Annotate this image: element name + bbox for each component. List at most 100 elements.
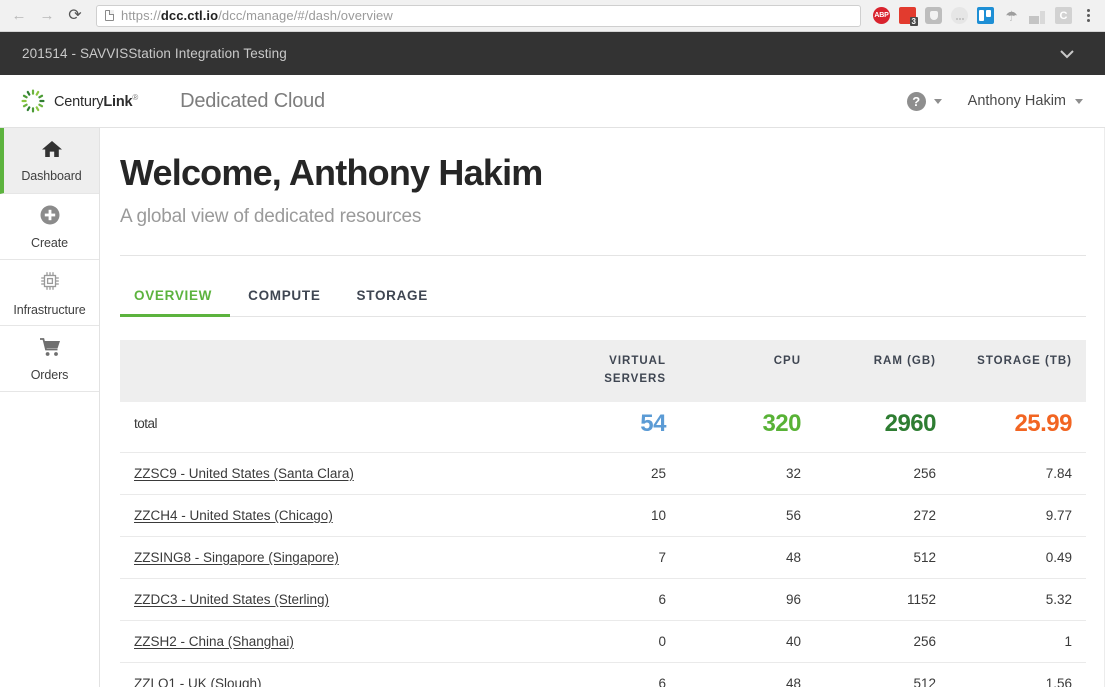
shopping-cart-icon [38,336,62,363]
table-row: ZZDC3 - United States (Sterling) 6 96 11… [120,578,1086,621]
shield-icon[interactable] [925,7,942,24]
chrome-menu-icon[interactable] [1081,7,1095,25]
cell-storage: 7.84 [950,452,1086,495]
user-menu[interactable]: Anthony Hakim [968,93,1083,109]
table-head: VIRTUAL SERVERS CPU RAM (GB) STORAGE (TB) [120,340,1086,402]
page-layout: Dashboard Create Infrastructure Orders W… [0,128,1105,687]
page-title: Welcome, Anthony Hakim [120,152,543,193]
header-actions: ? Anthony Hakim [906,91,1083,111]
tab-overview[interactable]: OVERVIEW [120,278,231,317]
help-icon: ? [906,91,926,111]
cpu-chip-icon [38,269,62,298]
column-header-cpu: CPU [680,340,815,402]
sidebar-item-label: Dashboard [21,168,82,183]
resources-table: VIRTUAL SERVERS CPU RAM (GB) STORAGE (TB)… [120,340,1086,687]
datacenter-link[interactable]: ZZLO1 - UK (Slough) [134,676,262,687]
cell-virtual-servers: 25 [535,452,680,495]
cell-ram: 512 [815,662,950,687]
cell-virtual-servers: 0 [535,620,680,663]
cell-cpu: 48 [680,536,815,579]
sidebar: Dashboard Create Infrastructure Orders [0,128,100,687]
chevron-down-icon[interactable] [1051,41,1083,66]
table-body: total 54 320 2960 25.99 ZZSC9 - United S… [120,401,1086,687]
column-header-storage: STORAGE (TB) [950,340,1086,402]
app-header: CenturyLink® Dedicated Cloud ? Anthony H… [0,75,1105,128]
total-label: total [120,401,535,453]
help-menu[interactable]: ? [906,91,942,111]
chevron-down-icon [1075,98,1083,104]
cell-ram: 1152 [815,578,950,621]
table-row: ZZLO1 - UK (Slough) 6 48 512 1.56 [120,662,1086,687]
window-capture-icon[interactable] [1029,7,1046,24]
centurylink-sunburst-icon [21,89,45,113]
trello-icon[interactable] [977,7,994,24]
adblock-plus-icon[interactable]: ABP [873,7,890,24]
cell-storage: 5.32 [950,578,1086,621]
brand-name: CenturyLink® [54,92,139,110]
cell-cpu: 96 [680,578,815,621]
sidebar-item-create[interactable]: Create [0,194,99,260]
table-row: ZZSC9 - United States (Santa Clara) 25 3… [120,452,1086,495]
forward-arrow-icon[interactable]: → [36,5,58,27]
column-header-ram: RAM (GB) [815,340,950,402]
datacenter-link[interactable]: ZZSING8 - Singapore (Singapore) [134,550,339,565]
home-icon [41,139,63,164]
reload-icon[interactable]: ⟳ [64,5,86,27]
column-header-name [120,340,535,402]
product-title: Dedicated Cloud [180,89,325,112]
title-divider [120,255,1086,256]
sidebar-item-infrastructure[interactable]: Infrastructure [0,260,99,326]
chevron-down-glyph [1060,50,1074,59]
sidebar-item-orders[interactable]: Orders [0,326,99,392]
cell-virtual-servers: 6 [535,578,680,621]
total-storage: 25.99 [950,401,1086,453]
tab-compute[interactable]: COMPUTE [230,278,338,317]
table-row: ZZCH4 - United States (Chicago) 10 56 27… [120,494,1086,537]
datacenter-link[interactable]: ZZCH4 - United States (Chicago) [134,508,333,523]
extension-badge: 3 [909,17,918,26]
datacenter-link[interactable]: ZZDC3 - United States (Sterling) [134,592,329,607]
datacenter-link[interactable]: ZZSH2 - China (Shanghai) [134,634,294,649]
total-cpu: 320 [680,401,815,453]
cell-storage: 9.77 [950,494,1086,537]
browser-toolbar: ← → ⟳ https://dcc.ctl.io/dcc/manage/#/da… [0,0,1105,32]
brand-logo[interactable]: CenturyLink® [20,88,138,114]
total-ram: 2960 [815,401,950,453]
account-bar[interactable]: 201514 - SAVVISStation Integration Testi… [0,32,1105,75]
plus-circle-icon [39,204,61,231]
sidebar-item-label: Infrastructure [13,302,86,317]
page-subtitle: A global view of dedicated resources [120,206,422,227]
cell-ram: 256 [815,620,950,663]
cell-ram: 512 [815,536,950,579]
sidebar-item-dashboard[interactable]: Dashboard [0,128,99,194]
sidebar-item-label: Orders [30,367,69,382]
table-row-total: total 54 320 2960 25.99 [120,401,1086,453]
c-extension-icon[interactable]: C [1055,7,1072,24]
cell-cpu: 40 [680,620,815,663]
umbrella-icon[interactable]: ☂ [1003,7,1020,24]
cell-storage: 1.56 [950,662,1086,687]
pocket-icon[interactable]: 3 [899,7,918,26]
cell-virtual-servers: 10 [535,494,680,537]
table-row: ZZSING8 - Singapore (Singapore) 7 48 512… [120,536,1086,579]
table-row: ZZSH2 - China (Shanghai) 0 40 256 1 [120,620,1086,663]
tab-bar: OVERVIEW COMPUTE STORAGE [120,278,1086,317]
address-bar[interactable]: https://dcc.ctl.io/dcc/manage/#/dash/ove… [96,4,861,27]
cell-virtual-servers: 6 [535,662,680,687]
account-name: 201514 - SAVVISStation Integration Testi… [22,46,287,61]
cell-virtual-servers: 7 [535,536,680,579]
dots-icon[interactable] [951,7,968,24]
back-arrow-icon[interactable]: ← [8,5,30,27]
cell-cpu: 48 [680,662,815,687]
extension-icons: ABP 3 ☂ C [873,7,1097,26]
sidebar-item-label: Create [31,235,68,250]
column-header-virtual-servers: VIRTUAL SERVERS [535,340,680,402]
datacenter-link[interactable]: ZZSC9 - United States (Santa Clara) [134,466,354,481]
table-header-row: VIRTUAL SERVERS CPU RAM (GB) STORAGE (TB) [120,340,1086,402]
cell-ram: 256 [815,452,950,495]
main-content: Welcome, Anthony Hakim A global view of … [100,128,1105,687]
cell-cpu: 32 [680,452,815,495]
page-info-icon[interactable] [105,10,114,21]
tab-storage[interactable]: STORAGE [339,278,446,317]
cell-storage: 0.49 [950,536,1086,579]
